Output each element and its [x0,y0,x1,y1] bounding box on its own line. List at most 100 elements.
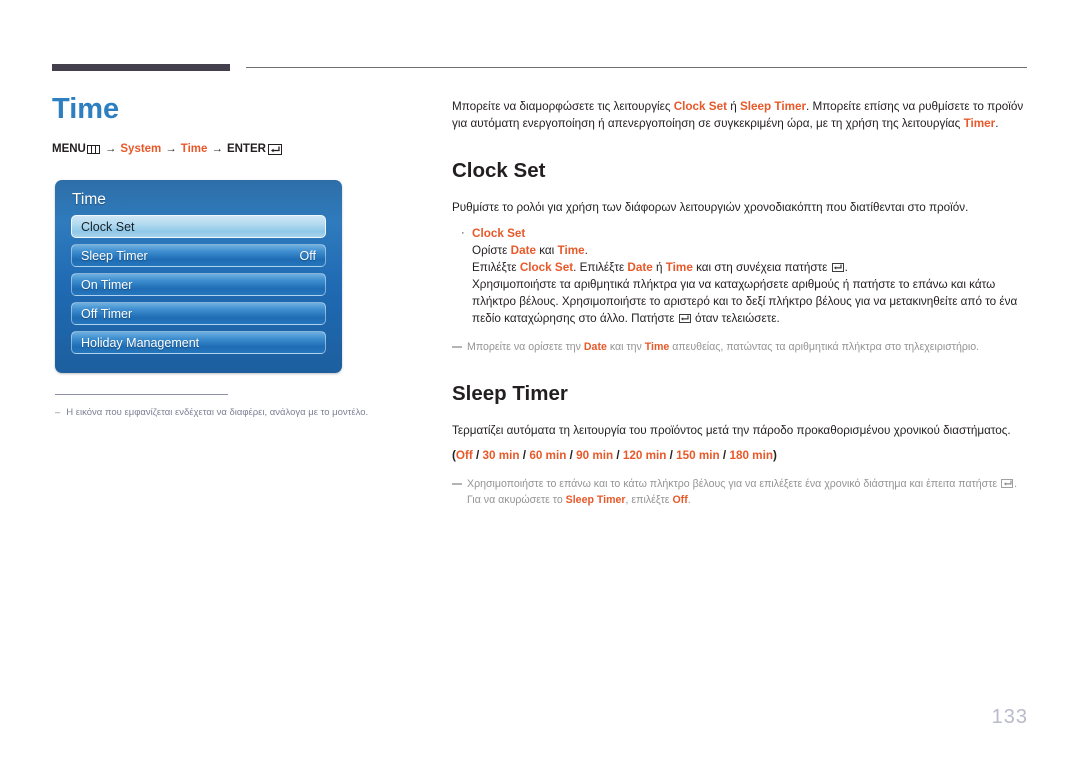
page-title: Time [52,93,120,125]
options-sep-6: / [719,449,730,462]
osd-menu-list: Clock Set Sleep Timer Off On Timer Off T… [55,215,342,354]
options-sep-5: / [666,449,677,462]
clock-set-line-2: Επιλέξτε Clock Set. Επιλέξτε Date ή Time… [472,259,1030,276]
osd-item-label: On Timer [81,277,133,292]
sleep-timer-options: (Off / 30 min / 60 min / 90 min / 120 mi… [452,447,1030,464]
menu-bars-icon [86,144,100,154]
footnote-dash: – [55,407,61,418]
note-text: Χρησιμοποιήστε το επάνω και το κάτω πλήκ… [467,476,1030,508]
enter-key-icon [1001,478,1014,488]
bullet-content: Clock Set Ορίστε Date και Time. Επιλέξτε… [472,225,1030,327]
osd-item-holiday-management[interactable]: Holiday Management [71,331,326,354]
line2-text-b: . Επιλέξτε [573,261,628,274]
osd-item-value: Off [299,248,316,263]
note-dash-icon [452,346,462,348]
header-rules [0,0,1080,80]
intro-accent-sleep-timer: Sleep Timer [740,100,807,113]
breadcrumb-time: Time [180,143,208,155]
breadcrumb-menu-label: MENU [52,143,86,155]
left-column: Time MENU → System → Time → ENTER [52,92,432,156]
left-footnote: – Η εικόνα που εμφανίζεται ενδέχεται να … [55,394,425,419]
breadcrumb-arrow-1: → [104,143,117,155]
option-150-min: 150 min [676,449,720,462]
footnote-divider [55,394,228,395]
page-number: 133 [991,706,1028,728]
bullet-heading-clock-set: Clock Set [472,227,526,240]
osd-item-label: Off Timer [81,306,133,321]
clock-set-note: Μπορείτε να ορίσετε την Date και την Tim… [452,339,1030,355]
note-text-a: Μπορείτε να ορίσετε την [467,341,584,353]
options-sep-3: / [566,449,577,462]
right-column: Μπορείτε να διαμορφώσετε τις λειτουργίες… [452,98,1030,508]
footnote-text-row: – Η εικόνα που εμφανίζεται ενδέχεται να … [55,406,425,419]
osd-item-clock-set[interactable]: Clock Set [71,215,326,238]
sleep-timer-description: Τερματίζει αυτόματα τη λειτουργία του πρ… [452,424,1011,437]
line1-text-a: Ορίστε [472,244,511,257]
note-text-c: απευθείας, πατώντας τα αριθμητικά πλήκτρ… [669,341,980,353]
intro-accent-timer: Timer [963,117,996,130]
enter-key-icon [267,143,282,155]
header-rule-thin [246,67,1027,68]
line2-accent-clock-set: Clock Set [519,261,574,274]
section-heading-clock-set: Clock Set [452,159,546,182]
osd-item-label: Holiday Management [81,335,200,350]
osd-item-label: Sleep Timer [81,248,148,263]
osd-item-on-timer[interactable]: On Timer [71,273,326,296]
st-note-accent-sleep-timer: Sleep Timer [565,494,626,506]
option-30-min: 30 min [482,449,520,462]
breadcrumb-enter-label: ENTER [226,143,266,155]
breadcrumb-system: System [120,143,162,155]
st-note-text-c: , επιλέξτε [625,494,673,506]
line2-text-c: ή [652,261,666,274]
option-120-min: 120 min [622,449,667,462]
osd-item-sleep-timer[interactable]: Sleep Timer Off [71,244,326,267]
osd-item-off-timer[interactable]: Off Timer [71,302,326,325]
st-note-text-d: . [687,494,691,506]
osd-menu-panel: Time Clock Set Sleep Timer Off On Timer … [55,180,342,373]
note-accent-date: Date [583,341,607,353]
st-note-accent-off: Off [672,494,688,506]
note-dash-icon [452,483,462,485]
options-sep-2: / [519,449,530,462]
enter-key-icon [678,313,691,323]
breadcrumb: MENU → System → Time → ENTER [52,142,432,156]
bullet-dot: · [461,227,465,239]
note-text: Μπορείτε να ορίσετε την Date και την Tim… [467,339,1030,355]
header-rule-thick [52,64,230,71]
options-sep-4: / [613,449,623,462]
line2-accent-time: Time [665,261,693,274]
section-heading-sleep-timer: Sleep Timer [452,382,568,405]
option-off: Off [455,449,473,462]
note-text-b: και την [606,341,645,353]
line3-text-b: όταν τελειώσετε. [691,312,780,325]
options-sep-1: / [472,449,483,462]
line1-accent-time: Time [557,244,585,257]
options-close-paren: ) [772,449,777,462]
breadcrumb-arrow-3: → [211,143,223,155]
intro-paragraph: Μπορείτε να διαμορφώσετε τις λειτουργίες… [452,98,1030,132]
clock-set-line-1: Ορίστε Date και Time. [472,242,1030,259]
option-60-min: 60 min [529,449,567,462]
intro-accent-clock-set: Clock Set [673,100,727,113]
line2-text-a: Επιλέξτε [472,261,520,274]
line2-text-d: και στη συνέχεια πατήστε [692,261,831,274]
line2-accent-date: Date [627,261,653,274]
option-180-min: 180 min [729,449,773,462]
osd-panel-title: Time [72,191,106,208]
line1-text-b: και [535,244,558,257]
footnote-text: Η εικόνα που εμφανίζεται ενδέχεται να δι… [66,407,369,418]
st-note-text-a: Χρησιμοποιήστε το επάνω και το κάτω πλήκ… [467,478,1001,490]
line2-text-e: . [844,261,848,274]
osd-item-label: Clock Set [81,219,135,234]
clock-set-line-3: Χρησιμοποιήστε τα αριθμητικά πλήκτρα για… [472,276,1030,327]
note-accent-time: Time [644,341,670,353]
intro-text-2: ή [727,100,740,113]
enter-key-icon [831,262,844,272]
option-90-min: 90 min [576,449,614,462]
line1-accent-date: Date [510,244,536,257]
sleep-timer-note: Χρησιμοποιήστε το επάνω και το κάτω πλήκ… [452,476,1030,508]
clock-set-bullet: · Clock Set Ορίστε Date και Time. Επιλέξ… [452,225,1030,327]
intro-text-4: . [995,117,999,130]
clock-set-description: Ρυθμίστε το ρολόι για χρήση των διάφορων… [452,201,969,214]
line1-text-c: . [584,244,588,257]
